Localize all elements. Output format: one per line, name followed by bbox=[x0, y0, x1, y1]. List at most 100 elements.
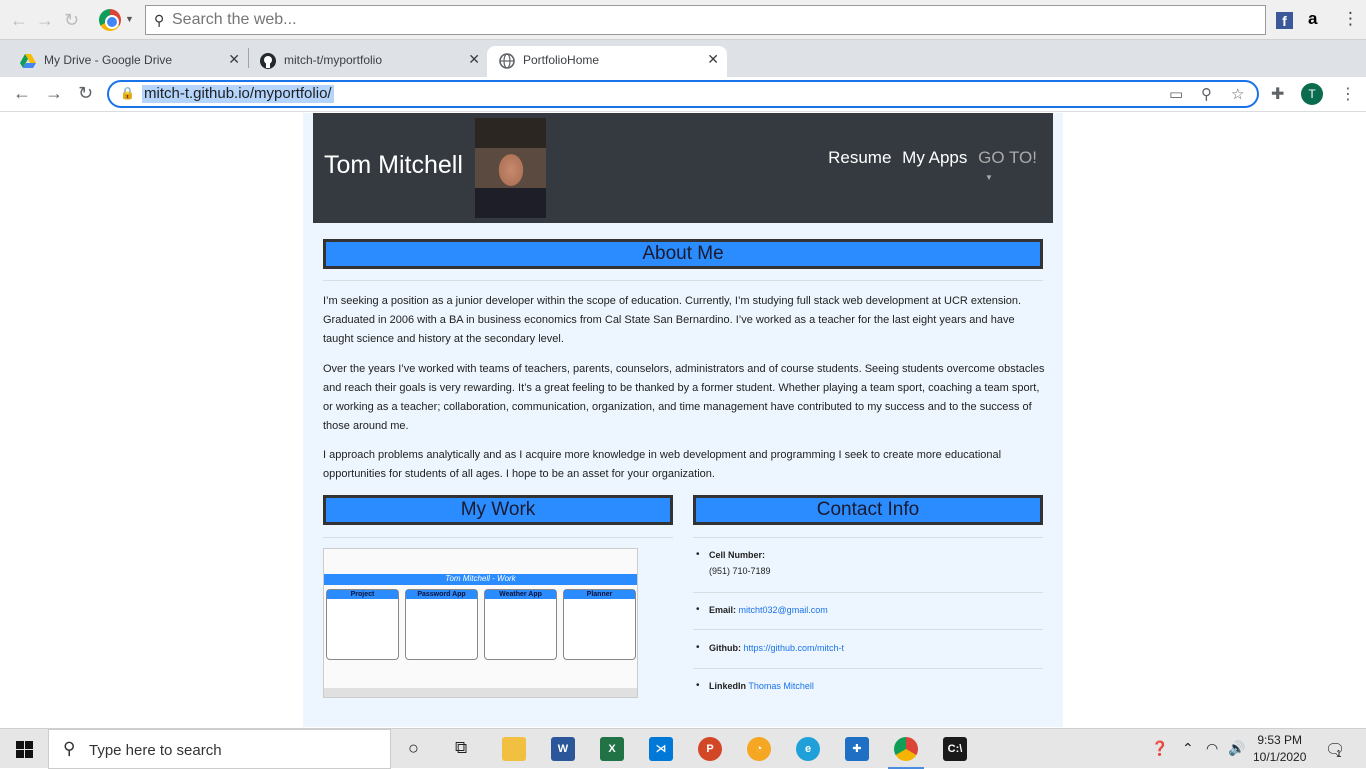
wifi-icon[interactable]: ◠ bbox=[1206, 740, 1218, 757]
terminal-icon[interactable]: C:\ bbox=[943, 737, 967, 761]
page-viewport: Tom Mitchell Resume My Apps GO TO! ▼ Abo… bbox=[0, 113, 1366, 727]
forward-icon[interactable]: → bbox=[45, 83, 63, 104]
bullet: • bbox=[696, 642, 700, 653]
address-toolbar: ← → ↻ 🔒 mitch-t.github.io/myportfolio/ ▭… bbox=[0, 77, 1366, 112]
cast-icon[interactable]: ▭ bbox=[1169, 85, 1183, 103]
file-explorer-icon[interactable] bbox=[502, 737, 526, 761]
chrome-logo-icon[interactable] bbox=[99, 9, 121, 31]
work-screenshot-banner: Tom Mitchell - Work bbox=[324, 574, 637, 585]
windows-start-icon[interactable] bbox=[16, 741, 33, 758]
nav-apps-link[interactable]: My Apps bbox=[902, 148, 967, 167]
close-icon[interactable]: ✕ bbox=[228, 51, 240, 68]
tab-label: PortfolioHome bbox=[523, 53, 600, 67]
chevron-down-icon[interactable]: ▼ bbox=[985, 173, 993, 182]
work-screenshot[interactable]: Tom Mitchell - Work Project Password App… bbox=[323, 548, 638, 698]
email-link[interactable]: mitcht032@gmail.com bbox=[739, 605, 828, 615]
contact-github: • Github: https://github.com/mitch-t bbox=[696, 642, 845, 653]
contact-cell: • Cell Number: (951) 710-7189 bbox=[696, 549, 771, 576]
back-arrow-icon[interactable]: ← bbox=[10, 10, 28, 31]
windows-taskbar: ⚲ Type here to search ○ ⧉ W X ⋊ P ◔ e ✚ … bbox=[0, 728, 1366, 769]
word-icon[interactable]: W bbox=[551, 737, 575, 761]
divider bbox=[693, 629, 1043, 630]
snipping-tool-icon[interactable]: ✚ bbox=[845, 737, 869, 761]
close-icon[interactable]: ✕ bbox=[707, 51, 719, 68]
globe-icon bbox=[499, 53, 515, 69]
close-icon[interactable]: ✕ bbox=[468, 51, 480, 68]
portfolio-container: Tom Mitchell Resume My Apps GO TO! ▼ Abo… bbox=[303, 113, 1063, 727]
lock-icon[interactable]: 🔒 bbox=[120, 86, 135, 100]
brand-name[interactable]: Tom Mitchell bbox=[324, 151, 463, 180]
avatar[interactable]: T bbox=[1301, 83, 1323, 105]
divider bbox=[693, 668, 1043, 669]
clock-time: 9:53 PM bbox=[1257, 733, 1303, 747]
chrome-icon[interactable] bbox=[888, 737, 924, 769]
thumbnail-taskbar bbox=[324, 688, 637, 697]
divider bbox=[693, 537, 1043, 538]
taskbar-search-placeholder: Type here to search bbox=[89, 742, 222, 759]
about-paragraph: I’m seeking a position as a junior devel… bbox=[323, 295, 1022, 345]
app-icon[interactable]: ◔ bbox=[747, 737, 771, 761]
star-icon[interactable]: ☆ bbox=[1231, 85, 1244, 103]
back-icon[interactable]: ← bbox=[13, 83, 31, 104]
amazon-icon[interactable]: a bbox=[1308, 9, 1317, 29]
web-search-box[interactable]: ⚲ bbox=[145, 5, 1266, 35]
more-menu-icon[interactable]: ⋮ bbox=[1340, 84, 1356, 104]
vscode-icon[interactable]: ⋊ bbox=[649, 737, 673, 761]
notification-count-badge: 1 bbox=[1336, 749, 1342, 760]
taskbar-search[interactable]: ⚲ Type here to search bbox=[48, 729, 391, 769]
contact-email: • Email: mitcht032@gmail.com bbox=[696, 604, 828, 615]
url-text[interactable]: mitch-t.github.io/myportfolio/ bbox=[142, 85, 334, 103]
more-menu-icon[interactable]: ⋮ bbox=[1342, 9, 1359, 29]
linkedin-link[interactable]: Thomas Mitchell bbox=[748, 681, 814, 691]
tab-label: mitch-t/myportfolio bbox=[284, 53, 383, 67]
clock-date: 10/1/2020 bbox=[1253, 750, 1307, 764]
tab-divider bbox=[248, 48, 249, 68]
search-icon: ⚲ bbox=[154, 12, 165, 28]
nav-resume-link[interactable]: Resume bbox=[828, 148, 891, 167]
tab-google-drive[interactable]: My Drive - Google Drive ✕ bbox=[8, 46, 248, 77]
divider bbox=[323, 280, 1043, 281]
about-paragraph: I approach problems analytically and as … bbox=[323, 449, 1002, 480]
divider bbox=[323, 537, 673, 538]
nav-goto-dropdown[interactable]: GO TO! bbox=[978, 148, 1037, 167]
work-card: Password App bbox=[405, 589, 478, 660]
task-view-icon[interactable]: ⧉ bbox=[455, 738, 467, 758]
bullet: • bbox=[696, 680, 700, 691]
work-card: Project bbox=[326, 589, 399, 660]
search-icon: ⚲ bbox=[63, 739, 76, 758]
github-link[interactable]: https://github.com/mitch-t bbox=[744, 643, 845, 653]
work-card: Weather App bbox=[484, 589, 557, 660]
volume-icon[interactable]: 🔊 bbox=[1228, 740, 1245, 757]
powerpoint-icon[interactable]: P bbox=[698, 737, 722, 761]
site-navbar: Tom Mitchell Resume My Apps GO TO! ▼ bbox=[313, 113, 1053, 223]
bullet: • bbox=[696, 604, 700, 615]
tab-label: My Drive - Google Drive bbox=[44, 53, 173, 67]
edge-icon[interactable]: e bbox=[796, 737, 820, 761]
cortana-icon[interactable]: ○ bbox=[408, 738, 419, 759]
extensions-icon[interactable]: ✚ bbox=[1271, 84, 1284, 104]
help-icon[interactable]: ❓ bbox=[1151, 740, 1168, 757]
bullet: • bbox=[696, 549, 700, 560]
address-bar[interactable]: 🔒 mitch-t.github.io/myportfolio/ ▭ ⚲ ☆ bbox=[107, 80, 1259, 108]
google-drive-icon bbox=[20, 54, 36, 68]
about-heading: About Me bbox=[323, 239, 1043, 269]
work-heading: My Work bbox=[323, 495, 673, 525]
reload-icon[interactable]: ↻ bbox=[64, 10, 79, 31]
profile-photo bbox=[475, 118, 546, 218]
tab-strip: My Drive - Google Drive ✕ mitch-t/myport… bbox=[0, 40, 1366, 108]
facebook-icon[interactable]: f bbox=[1276, 12, 1293, 29]
taskbar-clock[interactable]: 9:53 PM 10/1/2020 bbox=[1253, 732, 1306, 766]
excel-icon[interactable]: X bbox=[600, 737, 624, 761]
chevron-down-icon[interactable]: ▼ bbox=[125, 14, 134, 24]
tab-portfolio-home[interactable]: PortfolioHome ✕ bbox=[487, 46, 727, 77]
work-card: Planner bbox=[563, 589, 636, 660]
zoom-icon[interactable]: ⚲ bbox=[1201, 85, 1212, 103]
web-search-input[interactable] bbox=[172, 10, 1172, 30]
contact-linkedin: • LinkedIn Thomas Mitchell bbox=[696, 680, 814, 691]
tab-github[interactable]: mitch-t/myportfolio ✕ bbox=[248, 46, 488, 77]
reload-icon[interactable]: ↻ bbox=[78, 83, 93, 104]
chevron-up-icon[interactable]: ⌃ bbox=[1182, 740, 1194, 757]
about-paragraph: Over the years I’ve worked with teams of… bbox=[323, 363, 1045, 432]
forward-arrow-icon[interactable]: → bbox=[36, 10, 54, 31]
nav-links: Resume My Apps GO TO! bbox=[822, 148, 1037, 168]
